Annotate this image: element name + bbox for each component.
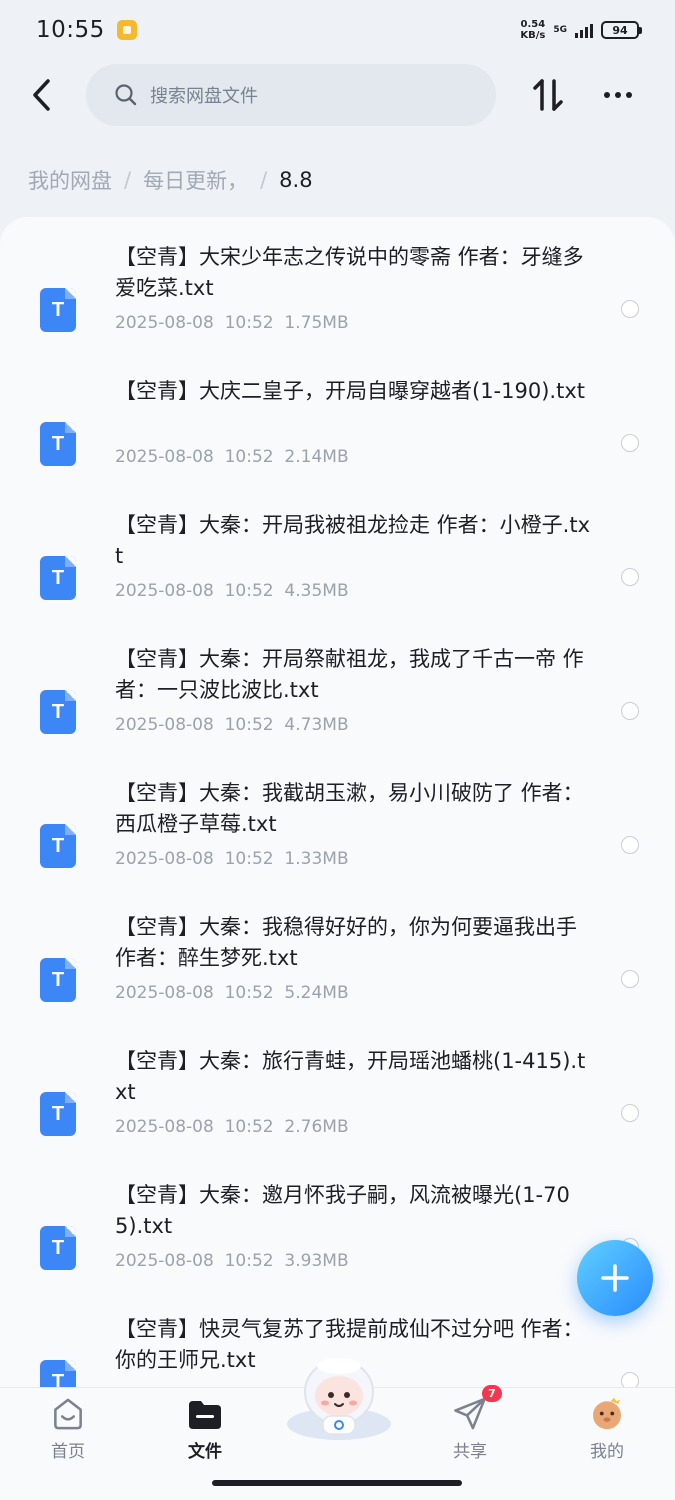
nav-label: 文件	[188, 1442, 222, 1462]
file-name: 【空青】大庆二皇子，开局自曝穿越者(1-190).txt	[115, 379, 585, 403]
text-file-icon: T	[40, 556, 76, 600]
sort-icon	[533, 79, 563, 111]
share-icon	[454, 1397, 486, 1430]
file-name: 【空青】大秦：开局祭献祖龙，我成了千古一帝 作者：一只波比波比.txt	[115, 647, 584, 702]
file-meta: 2025-08-08 10:52 2.76MB	[115, 1117, 349, 1137]
avatar-icon	[593, 1397, 621, 1430]
breadcrumb: 我的网盘 / 每日更新， / 8.8	[28, 160, 313, 200]
list-item[interactable]: T 【空青】大秦：邀月怀我子嗣，风流被曝光(1-705).txt 2025-08…	[0, 1175, 675, 1309]
nav-label: 首页	[51, 1442, 85, 1462]
text-file-icon: T	[40, 958, 76, 1002]
list-item[interactable]: T 【空青】大秦：开局我被祖龙捡走 作者：小橙子.txt 2025-08-08 …	[0, 505, 675, 639]
select-radio[interactable]	[621, 434, 639, 452]
sort-button[interactable]	[528, 75, 568, 115]
nav-profile[interactable]: 我的	[557, 1396, 657, 1462]
text-file-icon: T	[40, 824, 76, 868]
nav-files[interactable]: 文件	[155, 1396, 255, 1462]
file-meta: 2025-08-08 10:52 2.14MB	[115, 447, 349, 467]
list-item[interactable]: T 【空青】大秦：我稳得好好的，你为何要逼我出手 作者：醉生梦死.txt 202…	[0, 907, 675, 1041]
search-placeholder: 搜索网盘文件	[150, 86, 258, 107]
file-name: 【空青】大宋少年志之传说中的零斋 作者：牙缝多爱吃菜.txt	[115, 245, 584, 300]
notification-icon	[116, 20, 137, 40]
home-icon	[54, 1398, 82, 1430]
file-meta: 2025-08-08 10:52 3.93MB	[115, 1251, 349, 1271]
list-item[interactable]: T 【空青】大秦：旅行青蛙，开局瑶池蟠桃(1-415).txt 2025-08-…	[0, 1041, 675, 1175]
back-button[interactable]	[22, 75, 62, 115]
file-name: 【空青】大秦：我稳得好好的，你为何要逼我出手 作者：醉生梦死.txt	[115, 915, 577, 970]
file-meta: 2025-08-08 10:52 5.24MB	[115, 983, 349, 1003]
file-list: T 【空青】大宋少年志之传说中的零斋 作者：牙缝多爱吃菜.txt 2025-08…	[0, 217, 675, 1387]
file-name: 【空青】大秦：旅行青蛙，开局瑶池蟠桃(1-415).txt	[115, 1049, 586, 1104]
breadcrumb-root[interactable]: 我的网盘	[28, 165, 112, 195]
text-file-icon: T	[40, 690, 76, 734]
breadcrumb-folder[interactable]: 每日更新，	[143, 165, 248, 195]
text-file-icon: T	[40, 422, 76, 466]
list-item[interactable]: T 【空青】大宋少年志之传说中的零斋 作者：牙缝多爱吃菜.txt 2025-08…	[0, 237, 675, 371]
more-icon	[604, 92, 610, 98]
select-radio[interactable]	[621, 300, 639, 318]
file-meta: 2025-08-08 10:52 1.75MB	[115, 313, 349, 333]
file-name: 【空青】大秦：我截胡玉漱，易小川破防了 作者：西瓜橙子草莓.txt	[115, 781, 584, 836]
battery-level: 94	[612, 23, 628, 37]
plus-icon	[601, 1264, 629, 1292]
select-radio[interactable]	[621, 568, 639, 586]
signal-icon	[575, 22, 593, 38]
mascot-button[interactable]	[283, 1352, 395, 1444]
status-bar: 10:55 0.54 KB/s 5G 94	[0, 0, 675, 60]
text-file-icon: T	[40, 1226, 76, 1270]
breadcrumb-separator: /	[260, 168, 268, 192]
select-radio[interactable]	[621, 1104, 639, 1122]
add-button[interactable]	[577, 1240, 653, 1316]
nav-label: 我的	[590, 1442, 624, 1462]
list-item[interactable]: T 【空青】大庆二皇子，开局自曝穿越者(1-190).txt 2025-08-0…	[0, 371, 675, 505]
battery-icon: 94	[601, 21, 642, 39]
text-file-icon: T	[40, 288, 76, 332]
search-input[interactable]: 搜索网盘文件	[86, 64, 496, 126]
file-meta: 2025-08-08 10:52 4.35MB	[115, 581, 349, 601]
list-item[interactable]: T 【空青】大秦：我截胡玉漱，易小川破防了 作者：西瓜橙子草莓.txt 2025…	[0, 773, 675, 907]
text-file-icon: T	[40, 1360, 76, 1387]
chevron-left-icon	[33, 79, 50, 111]
select-radio[interactable]	[621, 836, 639, 854]
network-type: 5G	[553, 25, 567, 35]
nav-label: 共享	[453, 1442, 487, 1462]
file-meta: 2025-08-08 10:52 4.73MB	[115, 715, 349, 735]
breadcrumb-current: 8.8	[279, 168, 313, 192]
mascot-icon	[287, 1358, 391, 1440]
home-indicator	[212, 1480, 462, 1486]
search-icon	[115, 84, 137, 106]
file-name: 【空青】大秦：邀月怀我子嗣，风流被曝光(1-705).txt	[115, 1183, 570, 1238]
select-radio[interactable]	[621, 702, 639, 720]
breadcrumb-separator: /	[124, 168, 132, 192]
file-name: 【空青】大秦：开局我被祖龙捡走 作者：小橙子.txt	[115, 513, 591, 568]
folder-icon	[189, 1401, 221, 1429]
nav-home[interactable]: 首页	[18, 1396, 118, 1462]
status-time: 10:55	[36, 17, 105, 43]
notification-badge: 7	[482, 1385, 502, 1402]
select-radio[interactable]	[621, 970, 639, 988]
select-radio[interactable]	[621, 1372, 639, 1387]
nav-share[interactable]: 共享	[420, 1396, 520, 1462]
list-item[interactable]: T 【空青】大秦：开局祭献祖龙，我成了千古一帝 作者：一只波比波比.txt 20…	[0, 639, 675, 773]
top-bar: 搜索网盘文件	[0, 62, 675, 128]
file-meta: 2025-08-08 10:52 1.33MB	[115, 849, 349, 869]
text-file-icon: T	[40, 1092, 76, 1136]
network-speed: 0.54 KB/s	[520, 19, 546, 41]
more-button[interactable]	[598, 75, 638, 115]
